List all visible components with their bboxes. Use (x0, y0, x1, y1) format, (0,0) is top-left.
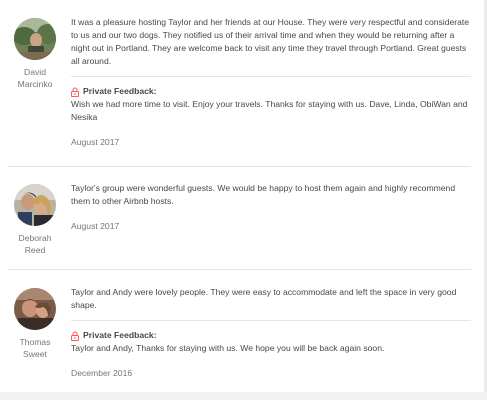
avatar[interactable] (14, 288, 56, 330)
reviewer-first-name[interactable]: Thomas (8, 336, 62, 348)
reviewer-column: Deborah Reed (8, 184, 62, 256)
reviews-page: David Marcinko It was a pleasure hosting… (0, 0, 484, 400)
private-feedback-label: Private Feedback: (83, 330, 157, 340)
reviewer-name[interactable]: Thomas Sweet (8, 336, 62, 360)
private-feedback-title: Private Feedback: (71, 85, 471, 98)
review-item: Thomas Sweet Taylor and Andy were lovely… (0, 282, 472, 392)
reviewer-last-name[interactable]: Marcinko (8, 78, 62, 90)
avatar[interactable] (14, 18, 56, 60)
bottom-strip (0, 392, 487, 400)
review-text: It was a pleasure hosting Taylor and her… (71, 17, 470, 66)
review-divider (8, 166, 471, 167)
review-date: August 2017 (71, 221, 120, 231)
avatar[interactable] (14, 184, 56, 226)
review-body: Taylor's group were wonderful guests. We… (71, 182, 471, 232)
inner-divider (71, 76, 471, 77)
review-body: Taylor and Andy were lovely people. They… (71, 286, 471, 379)
lock-icon (71, 87, 79, 97)
reviewer-last-name[interactable]: Reed (8, 244, 62, 256)
review-text: Taylor's group were wonderful guests. We… (71, 183, 456, 206)
reviewer-column: Thomas Sweet (8, 288, 62, 360)
reviewer-last-name[interactable]: Sweet (8, 348, 62, 360)
reviewer-column: David Marcinko (8, 18, 62, 90)
inner-divider (71, 320, 471, 321)
private-feedback-label: Private Feedback: (83, 86, 157, 96)
reviewer-first-name[interactable]: David (8, 66, 62, 78)
review-date: December 2016 (71, 368, 133, 378)
private-feedback-title: Private Feedback: (71, 329, 471, 342)
private-feedback-text: Wish we had more time to visit. Enjoy yo… (71, 99, 468, 122)
review-text: Taylor and Andy were lovely people. They… (71, 287, 457, 310)
review-date: August 2017 (71, 137, 120, 147)
lock-icon (71, 331, 79, 341)
review-divider (8, 269, 471, 270)
reviewer-name[interactable]: David Marcinko (8, 66, 62, 90)
private-feedback-text: Taylor and Andy, Thanks for staying with… (71, 343, 385, 353)
review-body: It was a pleasure hosting Taylor and her… (71, 16, 471, 148)
reviewer-name[interactable]: Deborah Reed (8, 232, 62, 256)
review-item: Deborah Reed Taylor's group were wonderf… (0, 178, 472, 268)
review-item: David Marcinko It was a pleasure hosting… (0, 12, 472, 162)
reviewer-first-name[interactable]: Deborah (8, 232, 62, 244)
